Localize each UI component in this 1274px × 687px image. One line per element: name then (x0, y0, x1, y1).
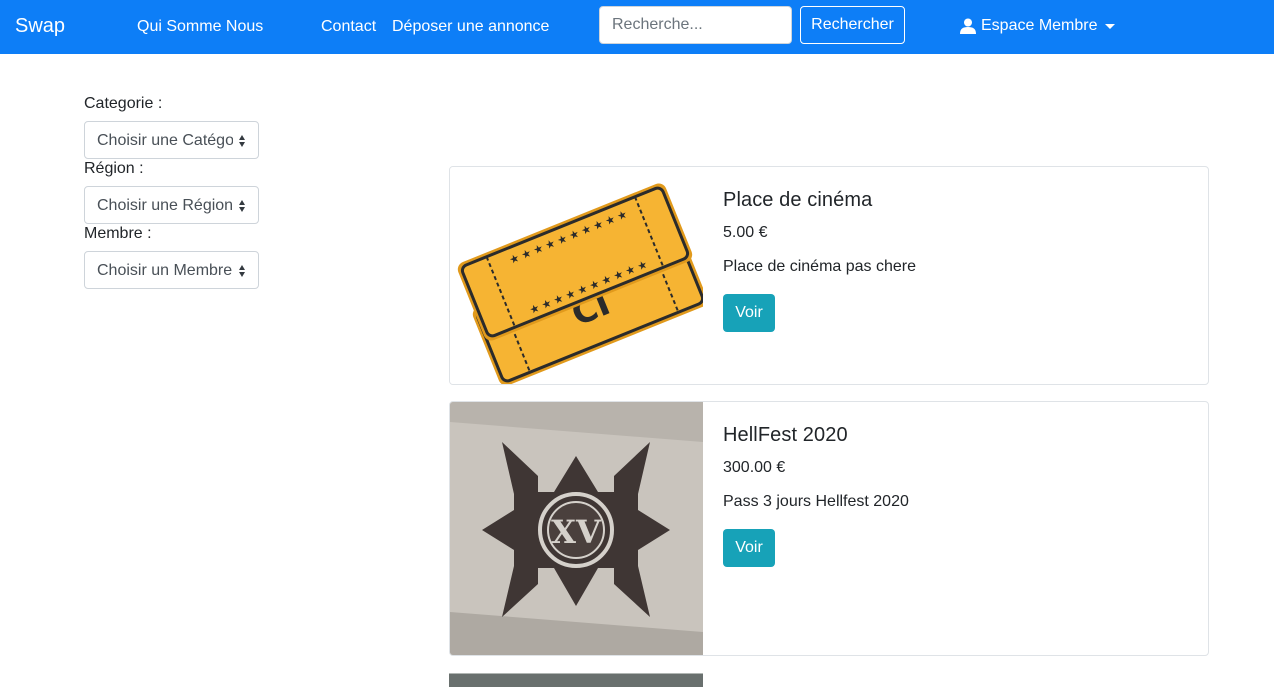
voir-button[interactable]: Voir (723, 529, 775, 567)
hellfest-cross-image: XV (450, 402, 703, 655)
listing-card: XV HellFest 2020 300.00 € Pass 3 jours H… (449, 401, 1209, 656)
member-select[interactable]: Choisir un Membre (84, 251, 259, 289)
listing-card: CI ★ ★ ★ ★ ★ ★ ★ ★ ★ ★ ★ ★ ★ ★ ★ ★ ★ ★ ★… (449, 166, 1209, 385)
category-select[interactable]: Choisir une Catégorie (84, 121, 259, 159)
listing-title: HellFest 2020 (723, 424, 848, 446)
voir-button[interactable]: Voir (723, 294, 775, 332)
member-menu-label: Espace Membre (981, 17, 1098, 34)
member-select-value: Choisir un Membre (97, 262, 233, 279)
category-filter-label: Categorie : (84, 95, 163, 112)
user-icon (960, 18, 976, 34)
top-navbar: Swap Qui Somme Nous Contact Déposer une … (0, 0, 1274, 54)
brand-link[interactable]: Swap (15, 14, 65, 38)
select-arrows-icon (239, 135, 246, 147)
nav-link-about[interactable]: Qui Somme Nous (137, 17, 263, 37)
region-filter-label: Région : (84, 160, 144, 177)
region-select[interactable]: Choisir une Région (84, 186, 259, 224)
region-select-value: Choisir une Région (97, 197, 233, 214)
nav-link-post-ad[interactable]: Déposer une annonce (392, 17, 549, 37)
search-input[interactable] (599, 6, 792, 44)
nav-link-contact[interactable]: Contact (321, 17, 376, 37)
cinema-tickets-image: CI ★ ★ ★ ★ ★ ★ ★ ★ ★ ★ ★ ★ ★ ★ ★ ★ ★ ★ ★… (450, 167, 703, 384)
category-select-value: Choisir une Catégorie (97, 132, 233, 149)
select-arrows-icon (239, 265, 246, 277)
svg-text:XV: XV (551, 513, 602, 551)
listing-price: 5.00 € (723, 224, 768, 241)
listing-description: Pass 3 jours Hellfest 2020 (723, 493, 909, 510)
member-filter-label: Membre : (84, 225, 152, 242)
listing-price: 300.00 € (723, 459, 786, 476)
listing-description: Place de cinéma pas chere (723, 258, 916, 275)
search-button[interactable]: Rechercher (800, 6, 905, 44)
listing-card-image-partial (449, 673, 703, 687)
select-arrows-icon (239, 200, 246, 212)
chevron-down-icon (1104, 23, 1115, 29)
member-menu-dropdown[interactable]: Espace Membre (960, 16, 1115, 36)
listing-title: Place de cinéma (723, 189, 873, 211)
